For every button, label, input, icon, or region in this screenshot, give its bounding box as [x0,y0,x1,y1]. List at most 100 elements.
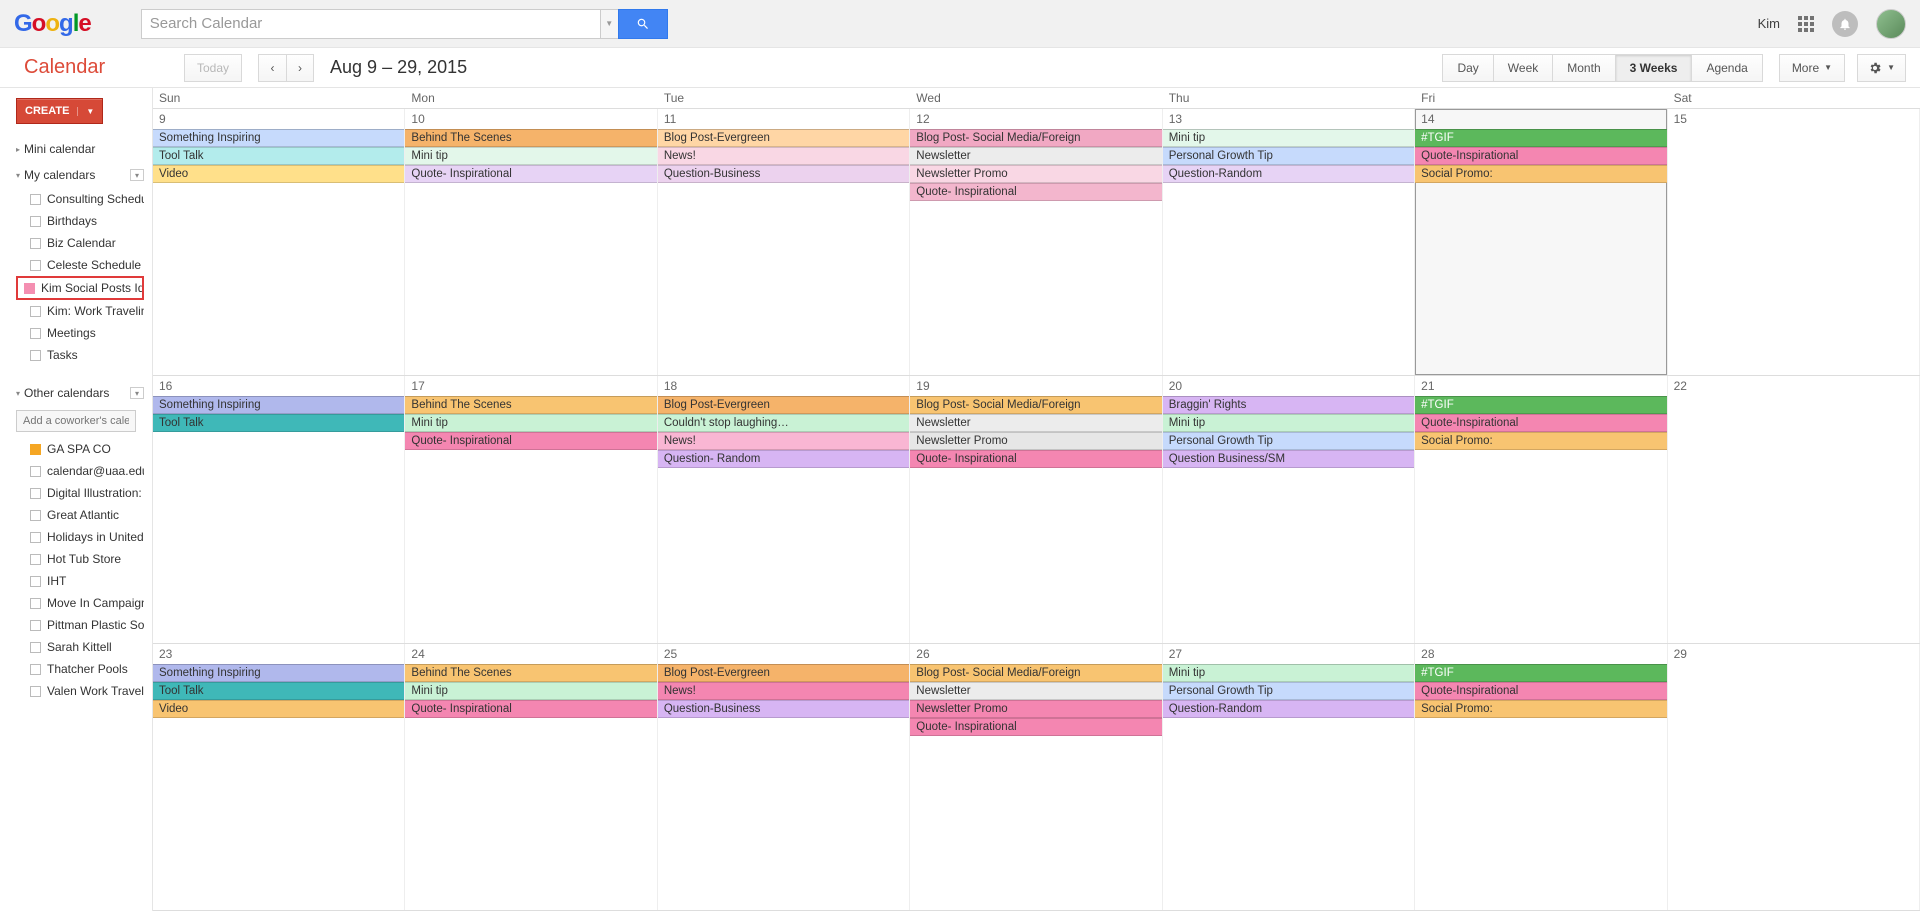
event-chip[interactable]: Question Business/SM [1163,450,1414,468]
create-button[interactable]: CREATE▼ [16,98,103,124]
day-cell[interactable]: 20Braggin' RightsMini tipPersonal Growth… [1163,376,1415,642]
checkbox-icon[interactable] [30,686,41,697]
view-agenda[interactable]: Agenda [1691,54,1762,82]
event-chip[interactable]: Question-Business [658,700,909,718]
day-cell[interactable]: 21#TGIFQuote-InspirationalSocial Promo: [1415,376,1667,642]
day-cell[interactable]: 12Blog Post- Social Media/ForeignNewslet… [910,109,1162,375]
event-chip[interactable]: Blog Post-Evergreen [658,129,909,147]
day-cell[interactable]: 24Behind The ScenesMini tipQuote- Inspir… [405,644,657,910]
event-chip[interactable]: Quote- Inspirational [405,700,656,718]
event-chip[interactable]: News! [658,432,909,450]
avatar[interactable] [1876,9,1906,39]
event-chip[interactable]: Newsletter [910,682,1161,700]
user-name[interactable]: Kim [1758,16,1780,31]
settings-button[interactable]: ▼ [1857,54,1906,82]
event-chip[interactable]: Mini tip [1163,129,1414,147]
google-logo[interactable]: Google [14,10,91,38]
day-cell[interactable]: 10Behind The ScenesMini tipQuote- Inspir… [405,109,657,375]
view-3-weeks[interactable]: 3 Weeks [1615,54,1692,82]
checkbox-icon[interactable] [24,283,35,294]
apps-icon[interactable] [1798,16,1814,32]
mini-calendar-toggle[interactable]: ▸ Mini calendar [16,136,144,162]
calendar-item[interactable]: Great Atlantic [16,504,144,526]
calendar-item[interactable]: Sarah Kittell [16,636,144,658]
event-chip[interactable]: Mini tip [1163,414,1414,432]
day-cell[interactable]: 11Blog Post-EvergreenNews!Question-Busin… [658,109,910,375]
calendar-item[interactable]: Move In Campaign [16,592,144,614]
notifications-button[interactable] [1832,11,1858,37]
checkbox-icon[interactable] [30,554,41,565]
event-chip[interactable]: Blog Post- Social Media/Foreign [910,129,1161,147]
checkbox-icon[interactable] [30,488,41,499]
event-chip[interactable]: Newsletter [910,147,1161,165]
event-chip[interactable]: Quote-Inspirational [1415,682,1666,700]
day-cell[interactable]: 17Behind The ScenesMini tipQuote- Inspir… [405,376,657,642]
calendar-item[interactable]: Meetings [16,322,144,344]
event-chip[interactable]: Newsletter Promo [910,432,1161,450]
event-chip[interactable]: Question- Random [658,450,909,468]
next-button[interactable]: › [286,54,314,82]
checkbox-icon[interactable] [30,598,41,609]
event-chip[interactable]: Question-Business [658,165,909,183]
event-chip[interactable]: #TGIF [1415,129,1666,147]
calendar-item[interactable]: Valen Work Travelin… [16,680,144,702]
checkbox-icon[interactable] [30,642,41,653]
event-chip[interactable]: Something Inspiring [153,129,404,147]
calendar-item[interactable]: calendar@uaa.edu [16,460,144,482]
add-coworker-input[interactable] [16,410,136,432]
other-calendars-toggle[interactable]: ▾ Other calendars ▾ [16,380,144,406]
calendar-item[interactable]: Digital Illustration: C… [16,482,144,504]
event-chip[interactable]: Tool Talk [153,414,404,432]
other-calendars-options[interactable]: ▾ [130,387,144,399]
day-cell[interactable]: 27Mini tipPersonal Growth TipQuestion-Ra… [1163,644,1415,910]
calendar-item[interactable]: Pittman Plastic Social [16,614,144,636]
today-button[interactable]: Today [184,54,242,82]
checkbox-icon[interactable] [30,238,41,249]
checkbox-icon[interactable] [30,576,41,587]
calendar-item[interactable]: IHT [16,570,144,592]
event-chip[interactable]: Mini tip [405,414,656,432]
day-cell[interactable]: 26Blog Post- Social Media/ForeignNewslet… [910,644,1162,910]
day-cell[interactable]: 9Something InspiringTool TalkVideo [153,109,405,375]
event-chip[interactable]: Something Inspiring [153,396,404,414]
day-cell[interactable]: 13Mini tipPersonal Growth TipQuestion-Ra… [1163,109,1415,375]
calendar-item[interactable]: Birthdays [16,210,144,232]
day-cell[interactable]: 25Blog Post-EvergreenNews!Question-Busin… [658,644,910,910]
event-chip[interactable]: Blog Post-Evergreen [658,396,909,414]
event-chip[interactable]: #TGIF [1415,664,1666,682]
search-button[interactable] [618,9,668,39]
event-chip[interactable]: Personal Growth Tip [1163,147,1414,165]
event-chip[interactable]: Couldn't stop laughing… [658,414,909,432]
calendar-item[interactable]: Thatcher Pools [16,658,144,680]
checkbox-icon[interactable] [30,444,41,455]
search-input[interactable] [141,9,601,39]
day-cell[interactable]: 16Something InspiringTool Talk [153,376,405,642]
day-cell[interactable]: 22 [1668,376,1920,642]
calendar-item[interactable]: GA SPA CO [16,438,144,460]
checkbox-icon[interactable] [30,532,41,543]
event-chip[interactable]: Newsletter Promo [910,165,1161,183]
event-chip[interactable]: Video [153,165,404,183]
event-chip[interactable]: Mini tip [405,682,656,700]
day-cell[interactable]: 23Something InspiringTool TalkVideo [153,644,405,910]
calendar-item[interactable]: Hot Tub Store [16,548,144,570]
event-chip[interactable]: Something Inspiring [153,664,404,682]
checkbox-icon[interactable] [30,510,41,521]
event-chip[interactable]: Mini tip [1163,664,1414,682]
event-chip[interactable]: Quote-Inspirational [1415,147,1666,165]
checkbox-icon[interactable] [30,466,41,477]
view-week[interactable]: Week [1493,54,1552,82]
search-dropdown-toggle[interactable]: ▼ [601,9,619,39]
event-chip[interactable]: Quote-Inspirational [1415,414,1666,432]
event-chip[interactable]: Video [153,700,404,718]
day-cell[interactable]: 29 [1668,644,1920,910]
more-button[interactable]: More▼ [1779,54,1845,82]
event-chip[interactable]: Social Promo: [1415,432,1666,450]
event-chip[interactable]: Mini tip [405,147,656,165]
app-title[interactable]: Calendar [24,56,134,79]
day-cell[interactable]: 19Blog Post- Social Media/ForeignNewslet… [910,376,1162,642]
event-chip[interactable]: Personal Growth Tip [1163,682,1414,700]
day-cell[interactable]: 14#TGIFQuote-InspirationalSocial Promo: [1415,109,1667,375]
checkbox-icon[interactable] [30,664,41,675]
calendar-item[interactable]: Kim Social Posts Ideas [16,276,144,300]
